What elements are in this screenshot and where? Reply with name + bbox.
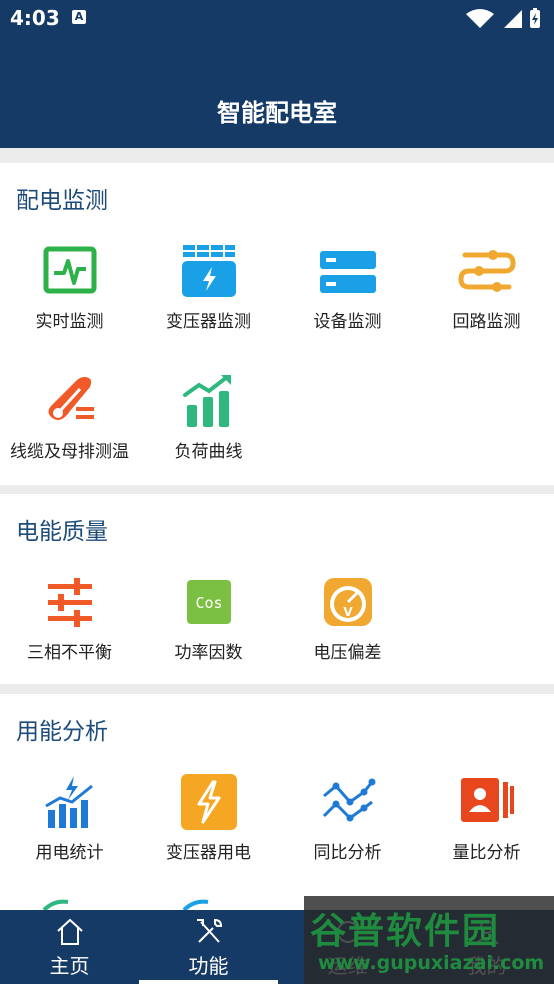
transformer-icon bbox=[181, 245, 236, 297]
voltmeter-icon: V bbox=[323, 578, 372, 626]
tools-icon bbox=[196, 918, 222, 943]
item-label: 实时监测 bbox=[35, 312, 104, 332]
circuit-monitoring-button[interactable]: 回路监测 bbox=[417, 233, 554, 343]
item-label: 变压器监测 bbox=[166, 312, 251, 332]
status-bar: 4:03 A bbox=[0, 0, 554, 37]
presentation-icon bbox=[460, 778, 514, 822]
item-label: 负荷曲线 bbox=[174, 442, 243, 462]
wifi-icon bbox=[466, 9, 494, 28]
section-distribution-monitoring: 配电监测 实时监测 变压器监测 设备监测 回路监测 线缆及母排测温 负荷曲线 bbox=[0, 163, 554, 485]
load-curve-button[interactable]: 负荷曲线 bbox=[139, 363, 278, 473]
lightning-icon bbox=[180, 774, 237, 830]
item-label: 回路监测 bbox=[452, 312, 521, 332]
thermometer-icon bbox=[47, 377, 94, 420]
pulse-monitor-icon bbox=[43, 246, 96, 294]
ratio-analysis-button[interactable]: 量比分析 bbox=[417, 764, 554, 874]
item-label: 设备监测 bbox=[313, 312, 382, 332]
line-compare-icon bbox=[322, 778, 375, 822]
cos-icon: Cos bbox=[186, 580, 231, 624]
cos-text: Cos bbox=[195, 594, 222, 612]
section-power-quality: 电能质量 三相不平衡 Cos 功率因数 V 电压偏差 bbox=[0, 494, 554, 684]
cable-temperature-button[interactable]: 线缆及母排测温 bbox=[0, 363, 139, 473]
system-status-icons bbox=[466, 8, 540, 28]
active-tab-indicator bbox=[139, 980, 278, 984]
item-label: 线缆及母排测温 bbox=[10, 442, 129, 462]
signal-icon bbox=[504, 10, 522, 28]
circuit-icon bbox=[457, 250, 516, 292]
notification-a-icon: A bbox=[72, 10, 86, 24]
section-title: 用能分析 bbox=[16, 719, 108, 745]
nav-functions[interactable]: 功能 bbox=[139, 910, 278, 984]
power-factor-button[interactable]: Cos 功率因数 bbox=[139, 564, 278, 674]
app-bar: 智能配电室 bbox=[0, 37, 554, 148]
voltmeter-text: V bbox=[343, 605, 353, 619]
item-label: 三相不平衡 bbox=[27, 643, 112, 663]
three-phase-unbalance-button[interactable]: 三相不平衡 bbox=[0, 564, 139, 674]
home-icon bbox=[56, 918, 83, 945]
item-label: 变压器用电 bbox=[166, 843, 251, 863]
item-label: 量比分析 bbox=[452, 843, 521, 863]
voltage-deviation-button[interactable]: V 电压偏差 bbox=[278, 564, 417, 674]
item-label: 同比分析 bbox=[313, 843, 382, 863]
item-label: 电压偏差 bbox=[313, 643, 382, 663]
section-title: 配电监测 bbox=[16, 188, 108, 214]
transformer-usage-button[interactable]: 变压器用电 bbox=[139, 764, 278, 874]
partial-icon bbox=[42, 899, 69, 910]
electricity-statistics-button[interactable]: 用电统计 bbox=[0, 764, 139, 874]
equipment-monitoring-button[interactable]: 设备监测 bbox=[278, 233, 417, 343]
nav-home[interactable]: 主页 bbox=[0, 910, 139, 984]
item-label: 功率因数 bbox=[174, 643, 243, 663]
yoy-analysis-button[interactable]: 同比分析 bbox=[278, 764, 417, 874]
status-time: 4:03 bbox=[10, 6, 60, 30]
watermark: 谷普软件园 www.gupuxiazai.com bbox=[304, 896, 554, 984]
section-title: 电能质量 bbox=[16, 519, 108, 545]
partial-icon bbox=[182, 899, 209, 910]
section-energy-analysis: 用能分析 用电统计 变压器用电 同比分析 量比分析 bbox=[0, 694, 554, 910]
item-label: 用电统计 bbox=[35, 843, 104, 863]
sliders-icon bbox=[47, 578, 92, 627]
watermark-title: 谷普软件园 bbox=[310, 911, 501, 952]
page-title: 智能配电室 bbox=[217, 99, 337, 127]
nav-label: 主页 bbox=[49, 954, 90, 978]
bar-trend-icon bbox=[182, 375, 231, 427]
server-icon bbox=[319, 251, 376, 293]
realtime-monitoring-button[interactable]: 实时监测 bbox=[0, 233, 139, 343]
transformer-monitoring-button[interactable]: 变压器监测 bbox=[139, 233, 278, 343]
watermark-url: www.gupuxiazai.com bbox=[318, 952, 545, 974]
nav-label: 功能 bbox=[188, 954, 229, 978]
bar-chart-bolt-icon bbox=[44, 776, 93, 828]
